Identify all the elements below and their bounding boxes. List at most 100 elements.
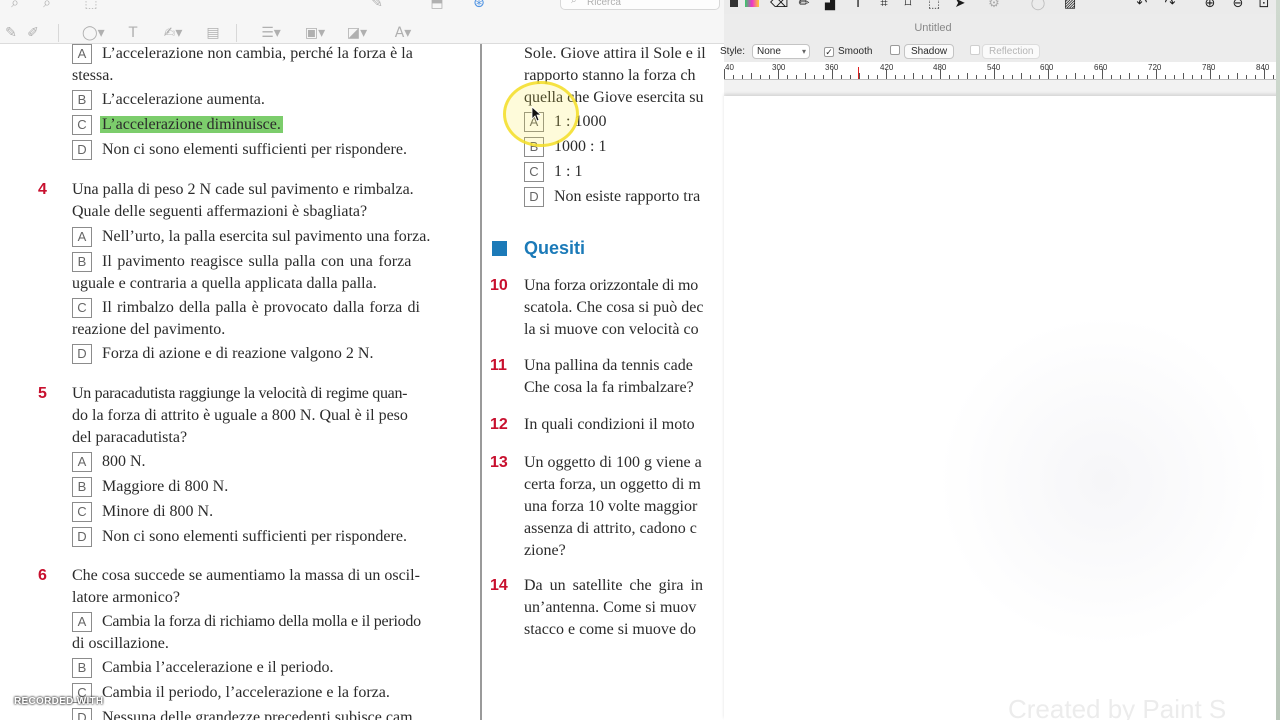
question-text: certa forza, un oggetto di m	[524, 476, 701, 493]
drawing-canvas[interactable]: Created by Paint S	[724, 96, 1280, 720]
ruler-tick	[994, 69, 995, 79]
option-text: Il pavimento reagisce sulla palla con un…	[102, 253, 412, 270]
question-number: 11	[490, 357, 507, 374]
ruler-tick	[868, 75, 869, 79]
ruler-tick	[1165, 75, 1166, 79]
ruler-tick	[886, 69, 887, 79]
signature-icon[interactable]: ✍▾	[162, 22, 184, 44]
shapes-icon[interactable]: ◯▾	[82, 22, 105, 44]
font-icon[interactable]: A▾	[392, 22, 414, 44]
question-text: Un paracadutista raggiunge la velocità d…	[72, 385, 408, 402]
question-text: scatola. Che cosa si può dec	[524, 299, 704, 316]
option-text: di oscillazione.	[72, 635, 169, 652]
highlight-pen-icon[interactable]: ✐	[22, 22, 44, 44]
undo-icon[interactable]: ↶	[1134, 0, 1150, 12]
zoom-out-icon[interactable]: ⊖	[1230, 0, 1246, 12]
toolbar-separator	[236, 24, 237, 42]
fill-color-icon[interactable]: ◪▾	[346, 22, 368, 44]
ruler-tick	[931, 75, 932, 79]
checkbox-box	[890, 45, 900, 55]
shadow-button[interactable]: Shadow	[904, 44, 955, 59]
gear-icon[interactable]: ⚙	[986, 0, 1002, 12]
border-color-icon[interactable]: ▣▾	[304, 22, 326, 44]
option-box-4c[interactable]: C	[72, 298, 92, 318]
ruler-tick	[1057, 75, 1058, 79]
question-text: stacco e come si muove do	[524, 621, 696, 638]
question-number: 13	[490, 454, 508, 471]
ruler-tick	[1093, 75, 1094, 79]
option-box-4b[interactable]: B	[72, 252, 92, 272]
ruler-tick	[733, 75, 734, 79]
search-input[interactable]: ⌕ Ricerca	[560, 0, 720, 10]
notes-icon[interactable]: ▤	[202, 22, 224, 44]
option-box-5b[interactable]: B	[72, 477, 92, 497]
question-text: una forza 10 volte maggior	[524, 498, 698, 515]
option-box-3b[interactable]: B	[72, 90, 92, 110]
option-box-6a[interactable]: A	[72, 612, 92, 632]
text-box-icon[interactable]: T	[122, 22, 144, 44]
brush-size-icon[interactable]: ◯	[1030, 0, 1046, 12]
zoom-in-icon[interactable]: ⌕	[36, 0, 58, 14]
question-text: Da un satellite che gira in	[524, 577, 703, 594]
bucket-icon[interactable]: ▟	[822, 0, 838, 12]
pdf-page[interactable]: A L’accelerazione non cambia, perché la …	[0, 44, 724, 720]
option-box-6b[interactable]: B	[72, 658, 92, 678]
color-swatch-icon[interactable]	[726, 0, 742, 12]
zoom-fit-icon[interactable]: ⊡	[1256, 0, 1272, 12]
annotate-icon[interactable]: ⊛	[468, 0, 490, 14]
question-text: Che cosa la fa rimbalzare?	[524, 379, 694, 396]
pointer-icon[interactable]: ➤	[952, 0, 968, 12]
question-text: Una forza orizzontale di mo	[524, 277, 699, 294]
ruler-tick	[877, 75, 878, 79]
crop-icon[interactable]: ⌑	[900, 0, 916, 12]
option-box-9d[interactable]: D	[524, 187, 544, 207]
ruler-tick	[850, 75, 851, 79]
option-box-6d[interactable]: D	[72, 708, 92, 720]
eraser-icon[interactable]: ⌫	[770, 0, 788, 12]
redo-icon[interactable]: ↷	[1162, 0, 1178, 12]
option-box-5c[interactable]: C	[72, 502, 92, 522]
options-bar: Style: None ▾ ✓ Smooth Shadow Reflection	[720, 42, 1280, 62]
ruler-tick	[1201, 75, 1202, 79]
option-box-3c[interactable]: C	[72, 115, 92, 135]
question-text: latore armonico?	[72, 589, 180, 606]
option-box-4d[interactable]: D	[72, 344, 92, 364]
reflection-button[interactable]: Reflection	[982, 44, 1041, 59]
select-icon[interactable]: ⬚	[926, 0, 942, 12]
shadow-checkbox[interactable]	[890, 45, 904, 59]
option-box-9c[interactable]: C	[524, 162, 544, 182]
option-box-5d[interactable]: D	[72, 527, 92, 547]
color-palette-icon[interactable]	[744, 0, 760, 12]
line-style-icon[interactable]: ☰▾	[260, 22, 282, 44]
pencil-icon[interactable]: ✏	[796, 0, 812, 12]
option-text: Minore di 800 N.	[102, 503, 214, 520]
zoom-out-icon[interactable]: ⌕	[4, 0, 26, 14]
ruler-tick	[1111, 75, 1112, 79]
rotate-icon[interactable]: ⬒	[426, 0, 448, 14]
image-icon[interactable]: ▨	[1062, 0, 1078, 12]
left-column: A L’accelerazione non cambia, perché la …	[0, 44, 478, 720]
option-box-4a[interactable]: A	[72, 227, 92, 247]
option-box-5a[interactable]: A	[72, 452, 92, 472]
checkbox-box	[970, 45, 980, 55]
share-icon[interactable]: ⬚	[80, 0, 102, 14]
ruler-label: 40	[725, 63, 734, 72]
ruler-tick	[769, 75, 770, 79]
option-box-3d[interactable]: D	[72, 140, 92, 160]
markup-icon[interactable]: ✎	[366, 0, 388, 14]
smooth-checkbox[interactable]: ✓ Smooth	[824, 45, 872, 59]
style-select[interactable]: None ▾	[752, 44, 810, 59]
question-text: del paracadutista?	[72, 429, 188, 446]
zoom-in-icon[interactable]: ⊕	[1202, 0, 1218, 12]
ruler-label: 660	[1094, 63, 1108, 72]
ruler-tick	[814, 75, 815, 79]
transform-icon[interactable]: ⌗	[876, 0, 892, 12]
mouse-pointer-icon	[531, 106, 541, 122]
pen-icon[interactable]: ✎	[0, 22, 22, 44]
text-icon[interactable]: I	[850, 0, 866, 12]
ruler-tick	[1264, 69, 1265, 79]
option-box-3a[interactable]: A	[72, 44, 92, 64]
search-icon: ⌕	[571, 0, 577, 6]
ruler-label: 720	[1148, 63, 1162, 72]
ruler-tick	[1255, 75, 1256, 79]
